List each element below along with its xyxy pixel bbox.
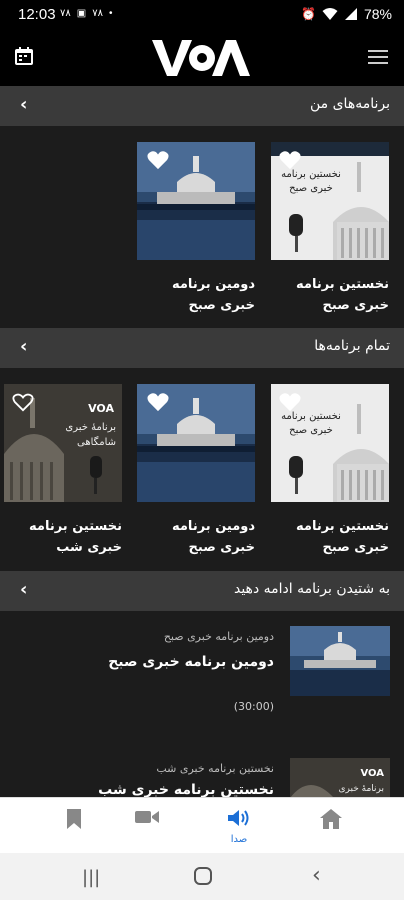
notification-label: ۷۸: [92, 8, 103, 19]
section-continue-listening-header[interactable]: به شتیدن برنامه ادامه دهید ‹: [0, 571, 404, 611]
calendar-icon[interactable]: [14, 46, 34, 66]
section-title: برنامه‌های من: [309, 96, 390, 112]
system-navigation-bar: ||| ‹: [0, 853, 404, 900]
program-title: نخستین برنامه خبری صبح: [296, 519, 389, 555]
nav-audio[interactable]: صدا: [224, 808, 254, 845]
section-title: به شتیدن برنامه ادامه دهید: [233, 581, 390, 597]
nav-audio-label: صدا: [230, 834, 248, 845]
heart-icon[interactable]: [147, 392, 169, 412]
voa-logo[interactable]: [150, 38, 250, 78]
bottom-navigation: صدا: [0, 797, 404, 853]
chevron-left-icon[interactable]: ‹: [20, 336, 27, 357]
section-all-programs-header[interactable]: تمام برنامه‌ها ‹: [0, 328, 404, 368]
program-photo: [137, 142, 255, 260]
continue-list-item[interactable]: VOA برنامهٔ خبری نخستین برنامه خبری شب ن…: [0, 758, 404, 798]
status-notification-icons: ۷۸ ▣ ۷۸ •: [60, 8, 112, 19]
status-system-icons: ⏰ 78%: [301, 6, 392, 22]
program-title: دومین برنامه خبری صبح: [172, 277, 255, 313]
heart-icon[interactable]: [147, 150, 169, 170]
notification-label: ۷۸: [60, 8, 71, 19]
image-notification-icon: ▣: [76, 8, 87, 19]
signal-icon: [344, 8, 357, 20]
status-time: 12:03: [18, 6, 56, 23]
section-my-programs-header[interactable]: برنامه‌های من ‹: [0, 86, 404, 126]
thumbnail-logo: VOA: [360, 768, 384, 779]
program-artwork: نخستین برنامه خبری صبح: [271, 142, 389, 260]
episode-thumbnail: [290, 626, 390, 696]
episode-duration: (30:00): [233, 700, 274, 713]
artwork-text: برنامهٔ خبری شامگاهی: [65, 422, 116, 448]
heart-icon[interactable]: [279, 392, 301, 412]
program-title: دومین برنامه خبری صبح: [172, 519, 255, 555]
program-tile[interactable]: دومین برنامه خبری صبح: [137, 384, 255, 558]
section-title: تمام برنامه‌ها: [314, 338, 390, 354]
heart-outline-icon[interactable]: [12, 392, 34, 412]
artwork-logo: VOA: [88, 402, 114, 415]
home-icon: [320, 809, 342, 829]
nav-video[interactable]: [132, 808, 162, 844]
episode-program: نخستین برنامه خبری شب: [156, 762, 274, 775]
program-artwork: VOA برنامهٔ خبری شامگاهی: [4, 384, 122, 502]
dot-icon: •: [108, 8, 113, 19]
program-tile[interactable]: VOA برنامهٔ خبری شامگاهی نخستین برنامه خ…: [4, 384, 122, 558]
wifi-icon: [322, 8, 338, 20]
app-header: [0, 30, 404, 86]
program-artwork: نخستین برنامه خبری صبح: [271, 384, 389, 502]
back-icon[interactable]: ‹: [312, 863, 321, 888]
hamburger-menu-icon[interactable]: [368, 50, 388, 66]
video-camera-icon: [135, 811, 159, 823]
chevron-left-icon[interactable]: ‹: [20, 579, 27, 600]
continue-list-item[interactable]: دومین برنامه خبری صبح دومین برنامه خبری …: [0, 626, 404, 726]
artwork-text: نخستین برنامه خبری صبح: [281, 169, 341, 194]
speaker-icon: [228, 810, 249, 826]
alarm-icon: ⏰: [301, 7, 316, 21]
status-bar: 12:03 ۷۸ ▣ ۷۸ • ⏰ 78%: [0, 0, 404, 30]
nav-bookmarks[interactable]: [59, 808, 89, 844]
program-title: نخستین برنامه خبری شب: [29, 519, 122, 555]
episode-thumbnail: VOA برنامهٔ خبری: [290, 758, 390, 798]
program-tile[interactable]: نخستین برنامه خبری صبح نخستین برنامه خبر…: [271, 142, 389, 316]
nav-home[interactable]: [316, 808, 346, 844]
program-tile[interactable]: دومین برنامه خبری صبح: [137, 142, 255, 316]
program-photo: [137, 384, 255, 502]
chevron-left-icon[interactable]: ‹: [20, 94, 27, 115]
episode-title: دومین برنامه خبری صبح: [108, 654, 274, 670]
heart-icon[interactable]: [279, 150, 301, 170]
program-tile[interactable]: نخستین برنامه خبری صبح نخستین برنامه خبر…: [271, 384, 389, 558]
episode-title: نخستین برنامه خبری شب: [98, 782, 274, 798]
bookmark-icon: [67, 809, 81, 829]
artwork-text: نخستین برنامه خبری صبح: [281, 411, 341, 436]
battery-level: 78%: [363, 6, 392, 22]
home-button-icon[interactable]: [193, 866, 213, 886]
thumbnail-text: برنامهٔ خبری: [338, 784, 384, 794]
program-title: نخستین برنامه خبری صبح: [296, 277, 389, 313]
episode-program: دومین برنامه خبری صبح: [163, 630, 274, 643]
recent-apps-icon[interactable]: |||: [82, 867, 100, 888]
